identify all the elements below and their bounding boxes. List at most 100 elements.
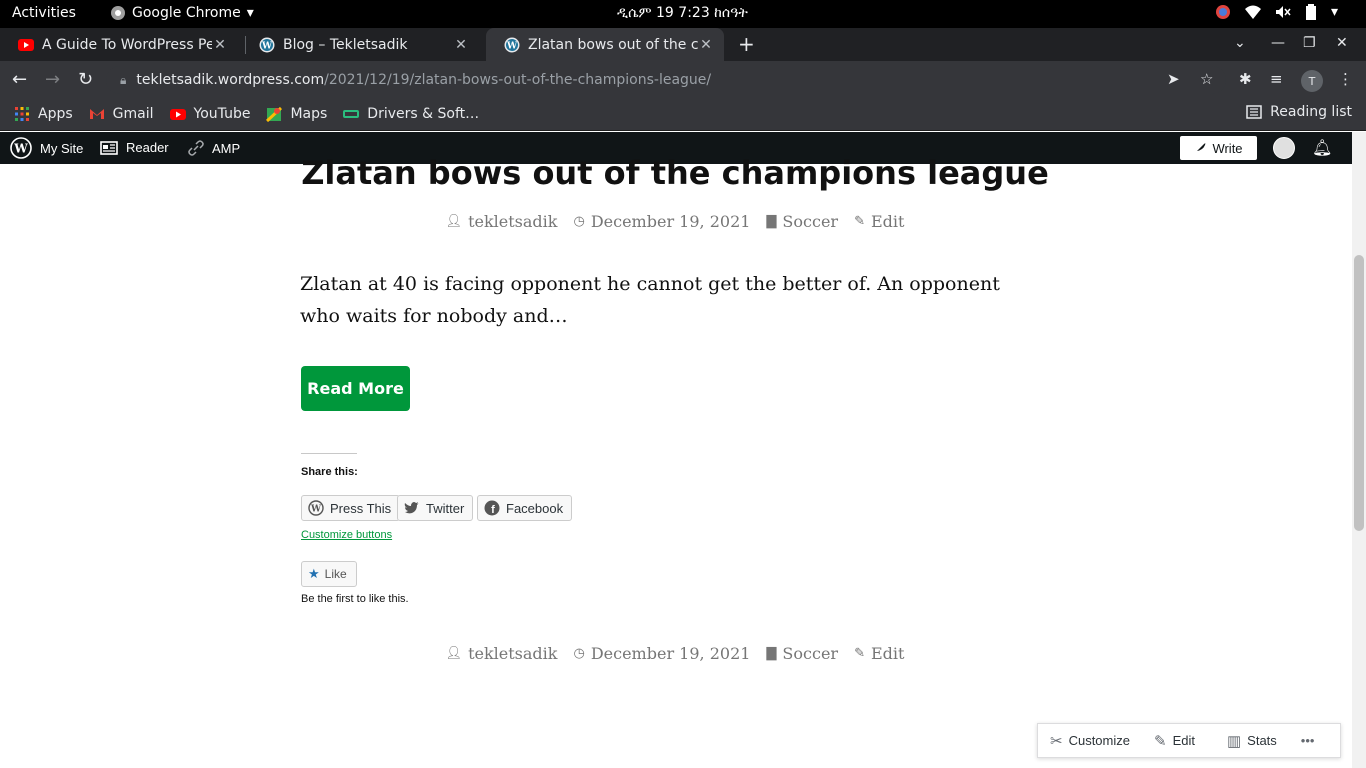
bookmark-gmail[interactable]: Gmail xyxy=(89,106,154,122)
wordpress-icon: W xyxy=(10,137,32,159)
svg-text:W: W xyxy=(506,41,518,51)
like-note: Be the first to like this. xyxy=(301,593,409,605)
post-title[interactable]: Zlatan bows out of the champions league xyxy=(300,154,1050,192)
bookmark-label: Gmail xyxy=(112,106,154,122)
new-tab-button[interactable]: + xyxy=(738,32,755,56)
twitter-icon xyxy=(404,502,419,514)
chrome-profile-icon xyxy=(1215,5,1230,19)
media-controls-icon[interactable]: ≡ xyxy=(1270,70,1283,88)
share-heading: Share this: xyxy=(301,466,358,478)
app-menu-label: Google Chrome xyxy=(132,5,241,21)
edit-label: Edit xyxy=(870,212,905,231)
reload-icon[interactable]: ↻ xyxy=(78,69,93,90)
customize-buttons-link[interactable]: Customize buttons xyxy=(301,529,392,541)
lock-icon[interactable]: 🔒︎ xyxy=(120,73,126,88)
notifications-bell-icon[interactable]: 🔔︎ xyxy=(1312,138,1332,157)
minimize-icon[interactable]: — xyxy=(1271,35,1285,51)
meta-category[interactable]: ▇ Soccer xyxy=(766,212,838,231)
post-meta-top: 👤︎ tekletsadik ◷ December 19, 2021 ▇ Soccer… xyxy=(300,212,1050,231)
bookmark-apps[interactable]: Apps xyxy=(14,106,73,122)
amp-link[interactable]: AMP xyxy=(188,140,240,156)
chrome-menu-icon[interactable]: ⋮ xyxy=(1338,70,1353,88)
forward-arrow-icon[interactable]: → xyxy=(45,69,60,90)
bookmark-label: Maps xyxy=(290,106,328,122)
scrollbar-thumb[interactable] xyxy=(1354,255,1364,531)
close-window-icon[interactable]: ✕ xyxy=(1336,35,1348,51)
person-icon: 👤︎ xyxy=(445,646,463,661)
system-tray[interactable]: ▾ xyxy=(1215,4,1338,20)
bookmark-star-icon[interactable]: ☆ xyxy=(1200,70,1213,88)
battery-icon xyxy=(1305,4,1316,20)
person-icon: 👤︎ xyxy=(445,214,463,229)
url-host: tekletsadik.wordpress.com xyxy=(136,72,325,88)
stats-action[interactable]: ▥ Stats xyxy=(1207,732,1289,750)
meta-author[interactable]: 👤︎ tekletsadik xyxy=(446,644,558,663)
my-site-link[interactable]: W My Site xyxy=(10,137,83,159)
meta-author[interactable]: 👤︎ tekletsadik xyxy=(446,212,558,231)
clock-icon: ◷ xyxy=(573,214,585,229)
write-label: Write xyxy=(1212,140,1243,156)
drivers-icon xyxy=(343,110,360,118)
write-button[interactable]: Write xyxy=(1180,136,1257,160)
send-tab-icon[interactable]: ➤ xyxy=(1167,70,1180,88)
link-icon xyxy=(188,140,204,156)
like-button[interactable]: ★ Like xyxy=(301,561,357,587)
close-icon[interactable]: ✕ xyxy=(698,37,714,53)
meta-edit[interactable]: ✎ Edit xyxy=(854,212,904,231)
youtube-icon xyxy=(169,109,186,120)
bookmark-youtube[interactable]: YouTube xyxy=(169,106,250,122)
reader-link[interactable]: Reader xyxy=(100,140,169,155)
extensions-puzzle-icon[interactable]: ✱ xyxy=(1239,70,1252,88)
close-icon[interactable]: ✕ xyxy=(453,37,469,53)
edit-action-label: Edit xyxy=(1172,733,1195,748)
tab-0[interactable]: A Guide To WordPress Pe ✕ xyxy=(0,28,238,61)
meta-date[interactable]: ◷ December 19, 2021 xyxy=(573,212,750,231)
customize-action[interactable]: ✂ Customize xyxy=(1038,732,1142,750)
user-avatar[interactable] xyxy=(1273,137,1295,159)
activities-button[interactable]: Activities xyxy=(12,5,76,21)
bar-chart-icon: ▥ xyxy=(1226,732,1242,750)
feather-icon xyxy=(1195,143,1206,153)
reader-icon xyxy=(100,140,118,155)
my-site-label: My Site xyxy=(40,140,84,156)
floating-actions-bar: ✂ Customize ✎ Edit ▥ Stats ••• xyxy=(1037,723,1341,758)
facebook-icon: f xyxy=(484,500,500,516)
meta-category[interactable]: ▇ Soccer xyxy=(766,644,838,663)
like-label: Like xyxy=(324,567,347,581)
volume-muted-icon xyxy=(1275,6,1291,18)
svg-text:W: W xyxy=(310,505,322,515)
tab-2-active[interactable]: W Zlatan bows out of the ch ✕ xyxy=(486,28,724,61)
bookmark-label: Drivers & Soft… xyxy=(367,106,480,122)
read-more-button[interactable]: Read More xyxy=(301,366,410,411)
gmail-icon xyxy=(89,109,104,119)
tab-1[interactable]: W Blog – Tekletsadik ✕ xyxy=(241,28,479,61)
app-menu[interactable]: Google Chrome ▾ xyxy=(110,5,254,21)
folder-icon: ▇ xyxy=(766,214,777,229)
share-facebook-button[interactable]: f Facebook xyxy=(477,495,573,521)
share-label: Twitter xyxy=(426,500,465,516)
share-press-this-button[interactable]: W Press This xyxy=(301,495,401,521)
maps-icon xyxy=(266,106,283,122)
post-excerpt: Zlatan at 40 is facing opponent he canno… xyxy=(300,273,1000,327)
edit-label: Edit xyxy=(870,644,905,663)
more-actions-button[interactable]: ••• xyxy=(1289,733,1327,748)
tab-search-chevron-icon[interactable]: ⌄ xyxy=(1234,35,1246,51)
reading-list-button[interactable]: Reading list xyxy=(1246,104,1352,120)
youtube-icon xyxy=(18,37,34,53)
bookmark-maps[interactable]: Maps xyxy=(266,106,327,122)
restore-icon[interactable]: ❐ xyxy=(1303,35,1316,51)
meta-date[interactable]: ◷ December 19, 2021 xyxy=(573,644,750,663)
ellipsis-icon: ••• xyxy=(1300,733,1315,748)
edit-action[interactable]: ✎ Edit xyxy=(1142,732,1207,750)
close-icon[interactable]: ✕ xyxy=(212,37,228,53)
address-bar[interactable]: 🔒︎ tekletsadik.wordpress.com/2021/12/19/… xyxy=(106,66,1226,94)
meta-edit[interactable]: ✎ Edit xyxy=(854,644,904,663)
clock[interactable]: ዲሴም 19 7:23 ከሰዓት xyxy=(617,5,748,21)
profile-avatar[interactable]: T xyxy=(1301,70,1323,92)
bookmark-drivers[interactable]: Drivers & Soft… xyxy=(343,106,479,122)
back-arrow-icon[interactable]: ← xyxy=(12,69,27,90)
share-label: Facebook xyxy=(506,500,564,516)
system-top-bar: Activities Google Chrome ▾ ዲሴም 19 7:23 ከ… xyxy=(0,0,1366,28)
share-twitter-button[interactable]: Twitter xyxy=(397,495,474,521)
bookmark-label: Apps xyxy=(38,106,73,122)
